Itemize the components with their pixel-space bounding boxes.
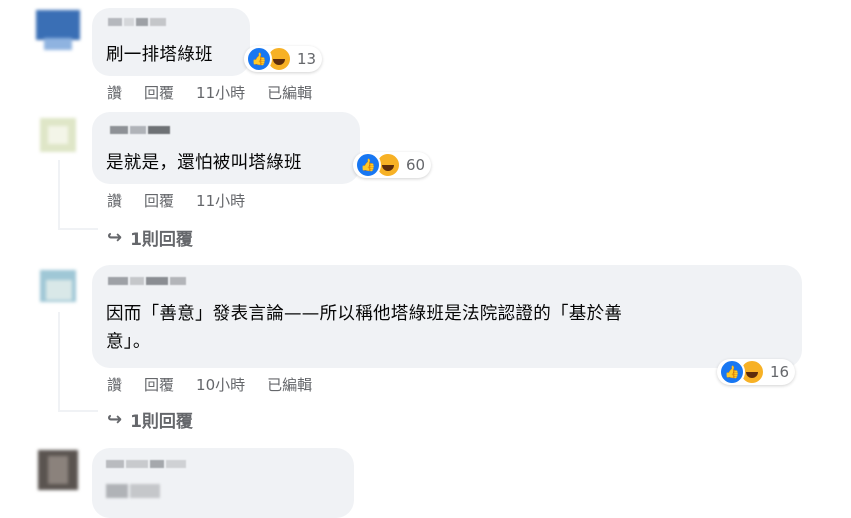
thread-line [58,228,98,230]
reaction-count: 16 [770,363,790,381]
reply-button[interactable]: 回覆 [144,374,174,395]
blurred-comment-text [106,484,160,498]
thread-line [58,160,60,230]
comment-bubble: 是就是，還怕被叫塔綠班 [92,112,360,184]
reaction-summary[interactable]: 👍 16 [717,359,796,385]
timestamp[interactable]: 11小時 [196,190,245,211]
thread-line [58,312,60,412]
reply-button[interactable]: 回覆 [144,190,174,211]
like-reaction-icon: 👍 [246,46,272,72]
comment-bubble: 刷一排塔綠班 [92,8,250,76]
avatar[interactable] [36,450,80,490]
reaction-count: 60 [406,156,426,174]
author-name[interactable] [108,277,186,285]
thread-line [58,410,98,412]
reply-arrow-icon: ↪ [107,227,123,248]
comment-text: 是就是，還怕被叫塔綠班 [106,153,302,173]
reaction-summary[interactable]: 👍 60 [353,152,432,178]
comment-actions: 讚 回覆 11小時 已編輯 [107,82,312,103]
comment-bubble [92,448,354,518]
view-replies-button[interactable]: ↪ 1則回覆 [107,225,193,250]
comment-actions: 讚 回覆 11小時 [107,190,245,211]
avatar[interactable] [36,268,80,308]
replies-count-label: 1則回覆 [130,412,193,432]
reaction-summary[interactable]: 👍 13 [244,46,323,72]
comment-text-line-2: 意」。 [106,332,151,352]
comment-text-line-1: 因而「善意」發表言論——所以稱他塔綠班是法院認證的「基於善 [106,304,623,324]
like-reaction-icon: 👍 [355,152,381,178]
like-button[interactable]: 讚 [107,374,122,395]
avatar[interactable] [36,116,80,156]
like-button[interactable]: 讚 [107,190,122,211]
timestamp[interactable]: 10小時 [196,374,245,395]
comment-text: 刷一排塔綠班 [106,45,213,65]
author-name[interactable] [106,460,186,468]
reply-button[interactable]: 回覆 [144,82,174,103]
view-replies-button[interactable]: ↪ 1則回覆 [107,407,193,432]
reaction-count: 13 [297,50,317,68]
like-button[interactable]: 讚 [107,82,122,103]
edited-label[interactable]: 已編輯 [267,82,312,103]
author-name[interactable] [108,18,166,26]
author-name[interactable] [110,126,170,134]
edited-label[interactable]: 已編輯 [267,374,312,395]
replies-count-label: 1則回覆 [130,230,193,250]
comment-actions: 讚 回覆 10小時 已編輯 [107,374,312,395]
timestamp[interactable]: 11小時 [196,82,245,103]
reply-arrow-icon: ↪ [107,409,123,430]
comment-bubble: 因而「善意」發表言論——所以稱他塔綠班是法院認證的「基於善 意」。 [92,265,802,368]
like-reaction-icon: 👍 [719,359,745,385]
avatar[interactable] [36,10,80,50]
